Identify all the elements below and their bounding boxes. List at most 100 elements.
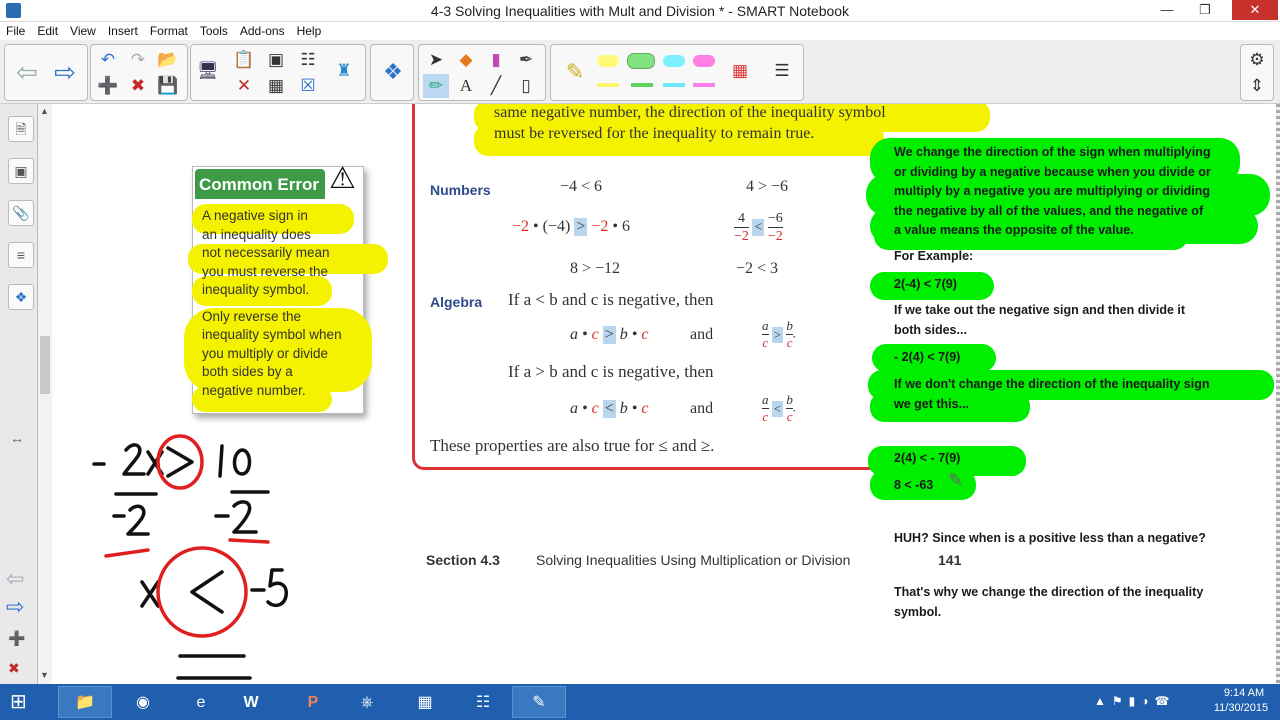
- forward-icon[interactable]: ⇨: [47, 45, 83, 99]
- delete-page-icon[interactable]: ✖: [125, 74, 151, 98]
- line-icon[interactable]: ╱: [483, 74, 509, 98]
- scroll-up-icon[interactable]: ▲: [40, 106, 49, 116]
- clock-time[interactable]: 9:14 AM: [1214, 687, 1274, 699]
- text-icon[interactable]: A: [453, 74, 479, 98]
- screen-capture-icon[interactable]: ▣: [263, 48, 289, 72]
- menu-view[interactable]: View: [64, 22, 102, 38]
- save-icon[interactable]: 💾: [155, 74, 181, 98]
- back-icon[interactable]: ⇦: [9, 45, 45, 99]
- clear-page-icon[interactable]: ▦: [263, 74, 289, 98]
- internet-explorer-icon[interactable]: e: [174, 686, 228, 718]
- footer-page: 141: [938, 552, 962, 568]
- start-icon[interactable]: ⊞: [10, 690, 36, 714]
- pink-line-swatch[interactable]: [693, 83, 715, 87]
- properties-icon[interactable]: ☰: [769, 59, 795, 83]
- explanation-text: We change the direction of the sign when…: [894, 145, 1211, 237]
- calendar-icon[interactable]: ▦: [398, 686, 452, 718]
- highlighter-icon[interactable]: ✎: [557, 45, 593, 99]
- addon-icon[interactable]: ❖: [375, 45, 411, 99]
- restore-button[interactable]: ❐: [1190, 0, 1220, 20]
- scroll-thumb[interactable]: [40, 336, 50, 394]
- pen-style-group: ✎ ▦ ☰: [550, 44, 804, 101]
- menu-edit[interactable]: Edit: [31, 22, 64, 38]
- smart-notebook-icon[interactable]: ✎: [512, 686, 566, 718]
- cyan-line-swatch[interactable]: [663, 83, 685, 87]
- fill-bucket-icon[interactable]: ♜: [331, 59, 357, 83]
- powerpoint-icon[interactable]: P: [286, 686, 340, 718]
- magic-pen-icon[interactable]: ✒: [513, 48, 539, 72]
- green-line-swatch[interactable]: [631, 83, 653, 87]
- gallery-icon[interactable]: ▣: [8, 158, 34, 184]
- right-scrollbar[interactable]: [1276, 104, 1280, 684]
- delete-page-side-icon[interactable]: ✖: [8, 660, 20, 677]
- menu-file[interactable]: File: [0, 22, 31, 38]
- scroll-down-icon[interactable]: ▼: [40, 670, 49, 680]
- eraser-tool-icon[interactable]: ▮: [483, 48, 509, 72]
- title-bar: 4-3 Solving Inequalities with Mult and D…: [0, 0, 1280, 22]
- properties-tab-icon[interactable]: ≡: [8, 242, 34, 268]
- pens-icon[interactable]: ✏: [423, 74, 449, 98]
- addons-tab-icon[interactable]: ❖: [8, 284, 34, 310]
- numbers-ex1b: 4 > −6: [746, 178, 789, 195]
- menu-bar: File Edit View Insert Format Tools Add-ons Help: [0, 22, 1280, 40]
- calculator-icon[interactable]: ☷: [456, 686, 510, 718]
- add-page-icon[interactable]: ➕: [95, 74, 121, 98]
- take-out-text: If we take out the negative sign and the…: [894, 303, 1186, 337]
- close-button[interactable]: ✕: [1232, 0, 1278, 20]
- menu-addons[interactable]: Add-ons: [234, 22, 291, 38]
- fill-icon[interactable]: ☒: [295, 74, 321, 98]
- table-icon[interactable]: ☷: [295, 48, 321, 72]
- next-page-icon[interactable]: ⇨: [6, 594, 24, 620]
- move-toolbar-icon[interactable]: ⇕: [1244, 74, 1270, 98]
- shapes-icon[interactable]: ◆: [453, 48, 479, 72]
- menu-insert[interactable]: Insert: [102, 22, 144, 38]
- minimize-button[interactable]: —: [1152, 0, 1182, 20]
- settings-icon[interactable]: ⚙: [1244, 48, 1270, 72]
- file-explorer-icon[interactable]: 📁: [58, 686, 112, 718]
- huh-text: HUH? Since when is a positive less than …: [894, 531, 1206, 545]
- prev-page-icon[interactable]: ⇦: [6, 566, 24, 592]
- chrome-icon[interactable]: ◉: [116, 686, 170, 718]
- cyan-pen-swatch[interactable]: [663, 55, 685, 67]
- yellow-line-swatch[interactable]: [597, 83, 619, 87]
- numbers-label: Numbers: [430, 182, 491, 198]
- add-page-side-icon[interactable]: ➕: [8, 630, 25, 647]
- color-palette-icon[interactable]: ▦: [727, 59, 753, 83]
- algebra-ex1: a • c > b • c: [570, 326, 649, 344]
- undo-icon[interactable]: ↶: [95, 48, 121, 72]
- thats-why-text: That's why we change the direction of th…: [894, 585, 1204, 619]
- algebra-rule-2: If a > b and c is negative, then: [508, 362, 714, 381]
- menu-format[interactable]: Format: [144, 22, 194, 38]
- pen-cursor-icon: ✎: [948, 470, 964, 490]
- whiteboard-canvas[interactable]: Common Error ⚠ A negative sign in an ine…: [52, 104, 1280, 684]
- algebra-ex2: a • c < b • c: [570, 400, 649, 418]
- recorder-icon[interactable]: ⎈: [340, 686, 394, 718]
- yellow-pen-swatch[interactable]: [597, 55, 619, 67]
- menu-help[interactable]: Help: [291, 22, 328, 38]
- vertical-scrollbar[interactable]: ▲ ▼: [38, 104, 52, 684]
- attachments-icon[interactable]: 📎: [8, 200, 34, 226]
- clock-date[interactable]: 11/30/2015: [1206, 702, 1276, 714]
- window-title: 4-3 Solving Inequalities with Mult and D…: [430, 3, 850, 19]
- example-1: 2(-4) < 7(9): [894, 277, 957, 291]
- select-icon[interactable]: ➤: [423, 48, 449, 72]
- menu-tools[interactable]: Tools: [194, 22, 234, 38]
- footer-section: Section 4.3: [426, 552, 500, 568]
- delete-icon[interactable]: ✕: [231, 74, 257, 98]
- word-icon[interactable]: W: [224, 686, 278, 718]
- paste-icon[interactable]: 📋: [231, 48, 257, 72]
- resize-icon[interactable]: ↔: [10, 430, 24, 446]
- page-sorter-icon[interactable]: 🗎: [8, 116, 34, 142]
- eraser-icon[interactable]: ▯: [513, 74, 539, 98]
- open-icon[interactable]: 📂: [155, 48, 181, 72]
- footer-title: Solving Inequalities Using Multiplicatio…: [536, 552, 851, 568]
- addon-group: ❖: [370, 44, 414, 101]
- screen-shade-icon[interactable]: 🖥: [195, 59, 221, 83]
- green-pen-swatch[interactable]: [627, 53, 655, 69]
- and-1: and: [690, 326, 714, 343]
- redo-icon[interactable]: ↷: [125, 48, 151, 72]
- numbers-ex2a: −2 • (−4) > −2 • 6: [512, 218, 630, 236]
- toolbar: ⇦ ⇨ ↶ ↷ 📂 ➕ ✖ 💾 🖥 📋 ▣ ☷ ✕ ▦ ☒ ♜ ❖ ➤ ◆ ▮ …: [0, 40, 1280, 104]
- pink-pen-swatch[interactable]: [693, 55, 715, 67]
- handwritten-work: [92, 434, 288, 680]
